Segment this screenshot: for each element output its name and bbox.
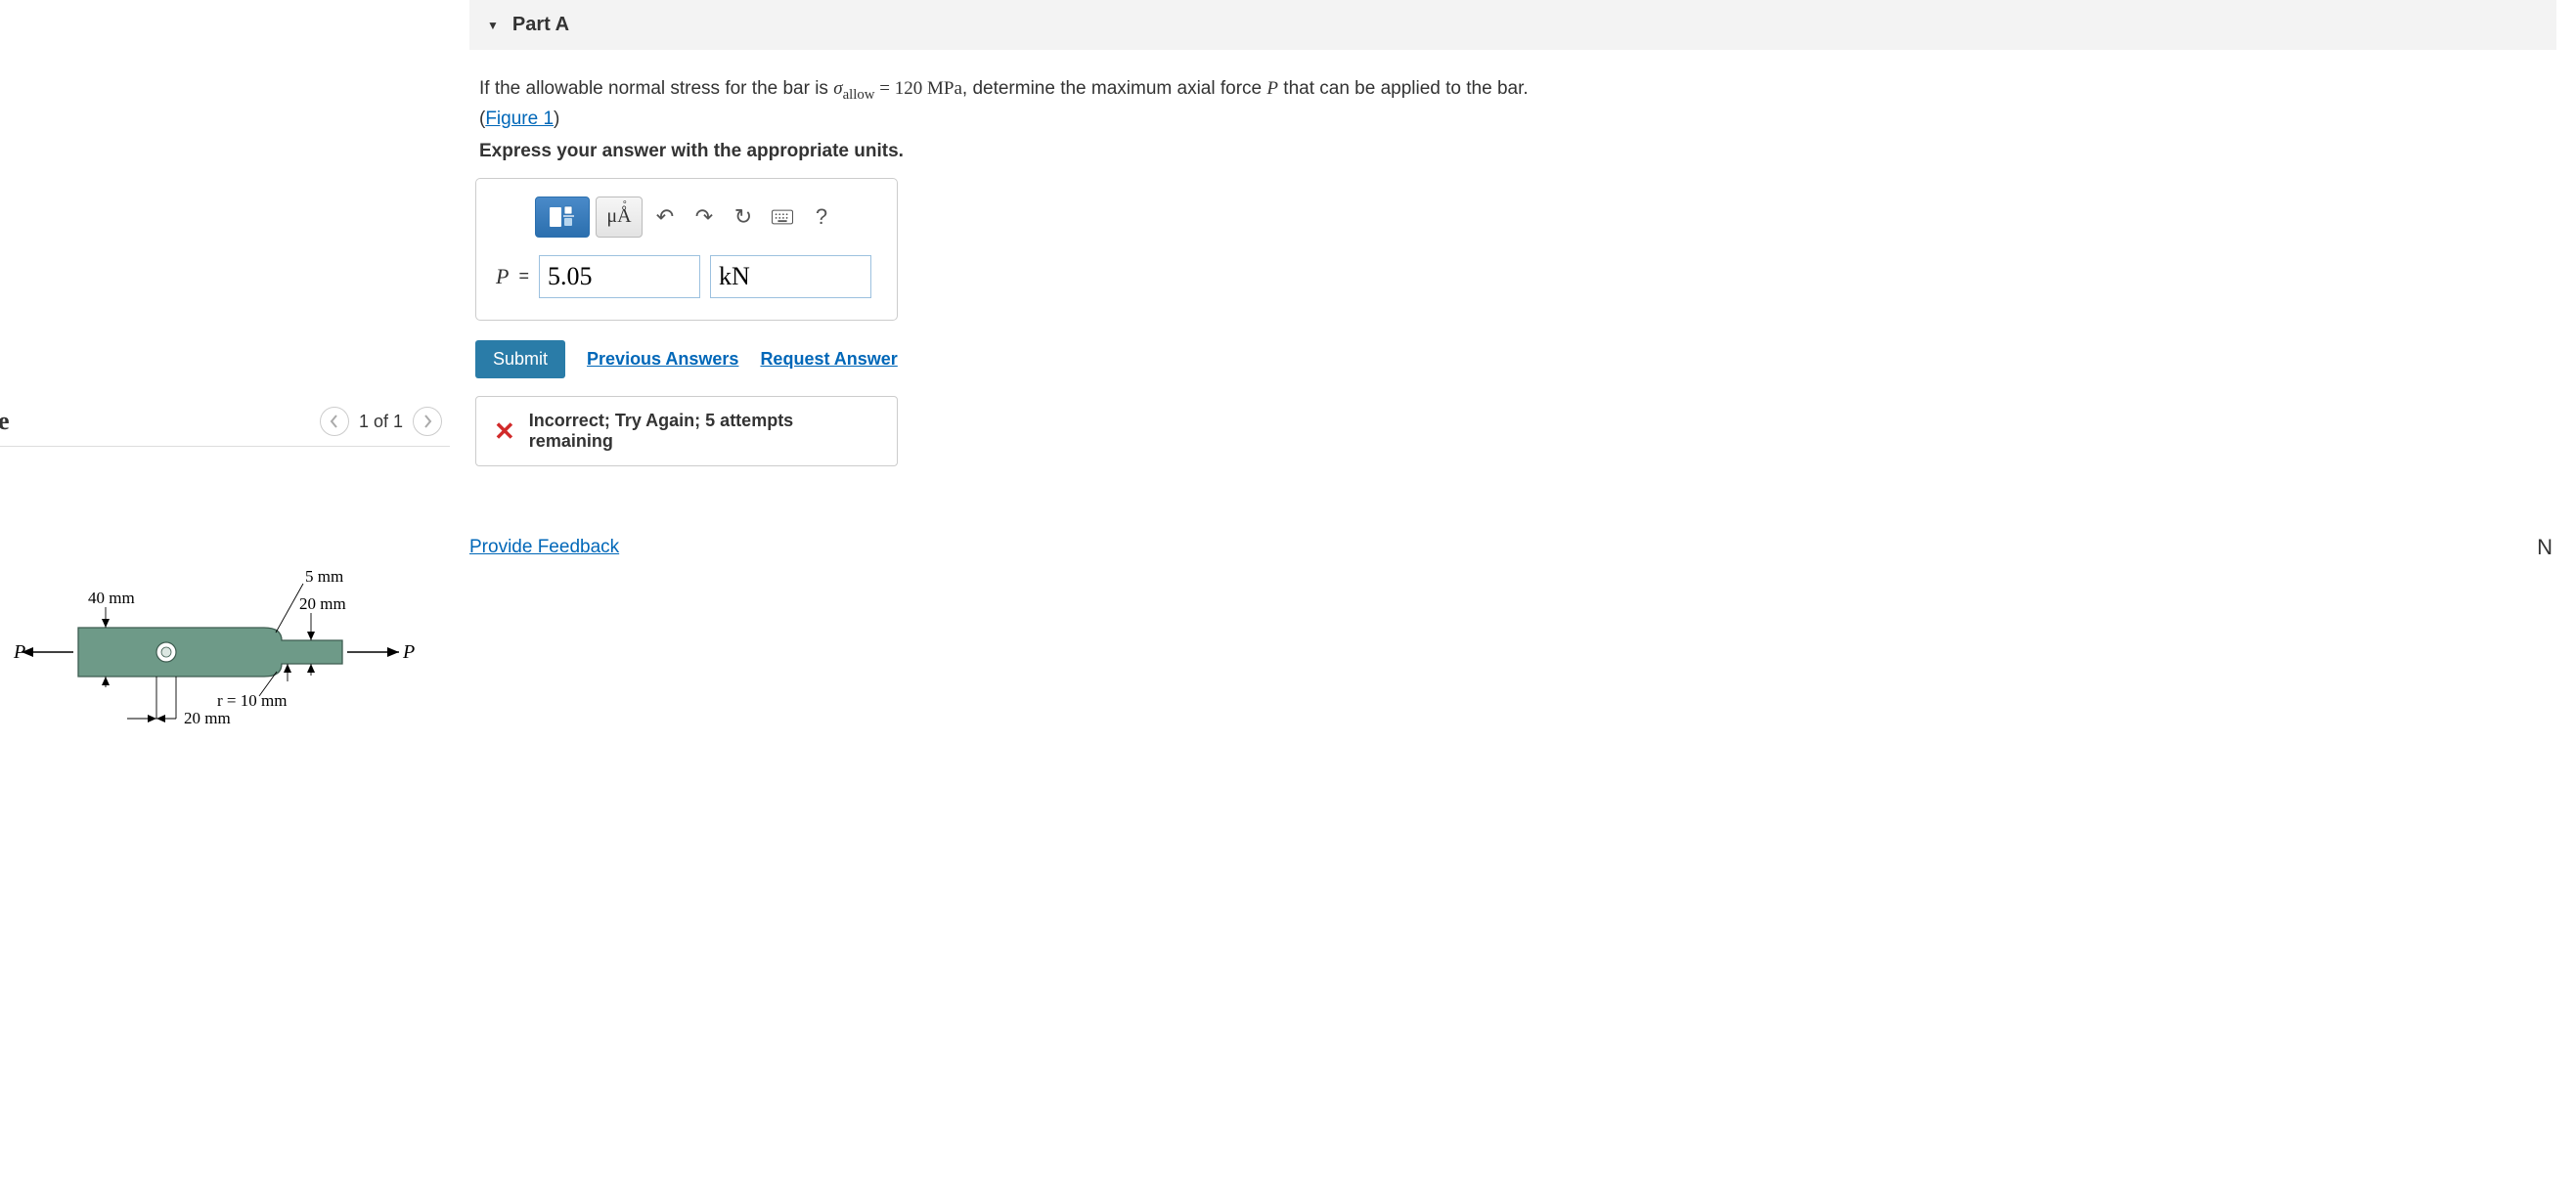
answer-variable: P — [496, 264, 509, 289]
templates-button[interactable] — [535, 197, 590, 238]
feedback-text: Incorrect; Try Again; 5 attempts remaini… — [529, 411, 879, 452]
undo-button[interactable]: ↶ — [648, 198, 682, 236]
left-header-letter: e — [0, 407, 10, 436]
help-button[interactable]: ? — [805, 198, 838, 236]
figure-1: P P 40 mm 5 mm 20 mm — [0, 535, 450, 735]
value-input[interactable] — [539, 255, 700, 298]
submit-button[interactable]: Submit — [475, 340, 565, 378]
help-icon: ? — [816, 204, 827, 230]
dim-radius: r = 10 mm — [217, 691, 287, 710]
dim-20mm-h: 20 mm — [299, 594, 346, 613]
figure-prev-button[interactable] — [320, 407, 349, 436]
figure-count: 1 of 1 — [359, 412, 403, 432]
answer-instruction: Express your answer with the appropriate… — [479, 141, 2556, 162]
chevron-left-icon — [330, 415, 339, 428]
redo-button[interactable]: ↷ — [688, 198, 721, 236]
force-label-left: P — [13, 641, 25, 663]
previous-answers-link[interactable]: Previous Answers — [587, 349, 738, 370]
redo-icon: ↷ — [695, 204, 713, 230]
right-edge-letter: N — [2537, 535, 2553, 560]
figure-link[interactable]: Figure 1 — [485, 109, 554, 129]
problem-statement: If the allowable normal stress for the b… — [479, 75, 2556, 133]
answer-box: μÅ ∘ ↶ ↷ ↻ — [475, 178, 898, 321]
keyboard-icon — [772, 209, 793, 225]
incorrect-icon: ✕ — [494, 418, 515, 444]
figure-next-button[interactable] — [413, 407, 442, 436]
chevron-right-icon — [422, 415, 432, 428]
dim-40mm: 40 mm — [88, 589, 135, 607]
dim-20mm-hole: 20 mm — [184, 709, 231, 727]
keyboard-button[interactable] — [766, 198, 799, 236]
part-title: Part A — [512, 14, 569, 36]
unit-input[interactable] — [710, 255, 871, 298]
reset-icon: ↻ — [734, 204, 752, 230]
collapse-triangle-icon: ▼ — [487, 19, 499, 32]
equals-sign: = — [518, 266, 529, 286]
provide-feedback-link[interactable]: Provide Feedback — [469, 537, 619, 558]
feedback-banner: ✕ Incorrect; Try Again; 5 attempts remai… — [475, 396, 898, 466]
reset-button[interactable]: ↻ — [727, 198, 760, 236]
undo-icon: ↶ — [656, 204, 674, 230]
part-header[interactable]: ▼ Part A — [469, 0, 2556, 50]
dim-5mm: 5 mm — [305, 567, 343, 586]
force-label-right: P — [402, 641, 415, 663]
units-button[interactable]: μÅ ∘ — [596, 197, 643, 238]
request-answer-link[interactable]: Request Answer — [760, 349, 897, 370]
fraction-template-icon — [548, 205, 577, 229]
